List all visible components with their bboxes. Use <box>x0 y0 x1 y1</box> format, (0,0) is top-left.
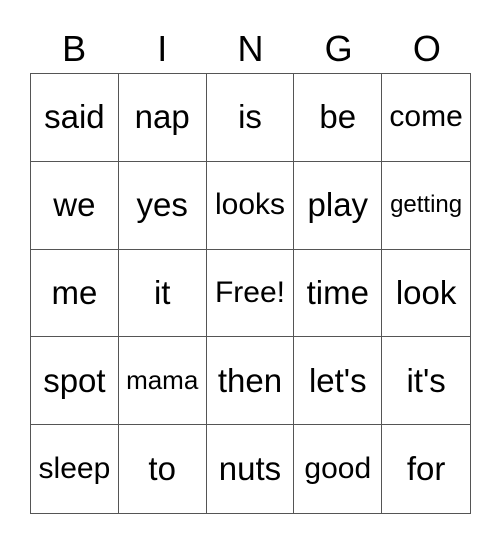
bingo-cell[interactable]: we <box>31 161 119 250</box>
bingo-cell[interactable]: let's <box>294 337 383 426</box>
bingo-header: B I N G O <box>30 26 471 72</box>
bingo-cell[interactable]: yes <box>118 161 207 250</box>
bingo-cell[interactable]: spot <box>31 337 119 426</box>
bingo-cell[interactable]: it <box>118 249 207 338</box>
bingo-cell[interactable]: sleep <box>31 425 119 513</box>
header-letter-n: N <box>237 28 264 69</box>
bingo-cell[interactable]: looks <box>206 161 295 250</box>
bingo-cell[interactable]: come <box>382 74 470 162</box>
header-letter-o: O <box>412 28 441 69</box>
bingo-cell[interactable]: me <box>31 249 119 338</box>
bingo-cell[interactable]: is <box>206 74 295 162</box>
bingo-cell[interactable]: play <box>294 161 383 250</box>
header-letter-b: B <box>62 28 87 69</box>
bingo-cell[interactable]: time <box>294 249 383 338</box>
bingo-cell[interactable]: to <box>119 425 207 513</box>
bingo-cell[interactable]: good <box>294 425 383 513</box>
bingo-cell[interactable]: nuts <box>207 425 295 513</box>
bingo-cell[interactable]: look <box>382 250 470 338</box>
header-letter-g: G <box>324 28 353 69</box>
bingo-cell[interactable]: said <box>31 74 119 162</box>
bingo-cell[interactable]: nap <box>118 74 207 162</box>
bingo-cell[interactable]: then <box>206 337 295 426</box>
bingo-cell[interactable]: for <box>382 425 470 513</box>
bingo-cell[interactable]: mama <box>118 337 207 426</box>
bingo-grid: said nap is be come we yes looks play ge… <box>30 73 471 514</box>
header-letter-i: I <box>157 28 168 69</box>
free-space-cell[interactable]: Free! <box>206 249 295 338</box>
bingo-cell[interactable]: it's <box>382 337 470 426</box>
bingo-cell[interactable]: getting <box>382 162 470 250</box>
bingo-cell[interactable]: be <box>294 74 383 162</box>
